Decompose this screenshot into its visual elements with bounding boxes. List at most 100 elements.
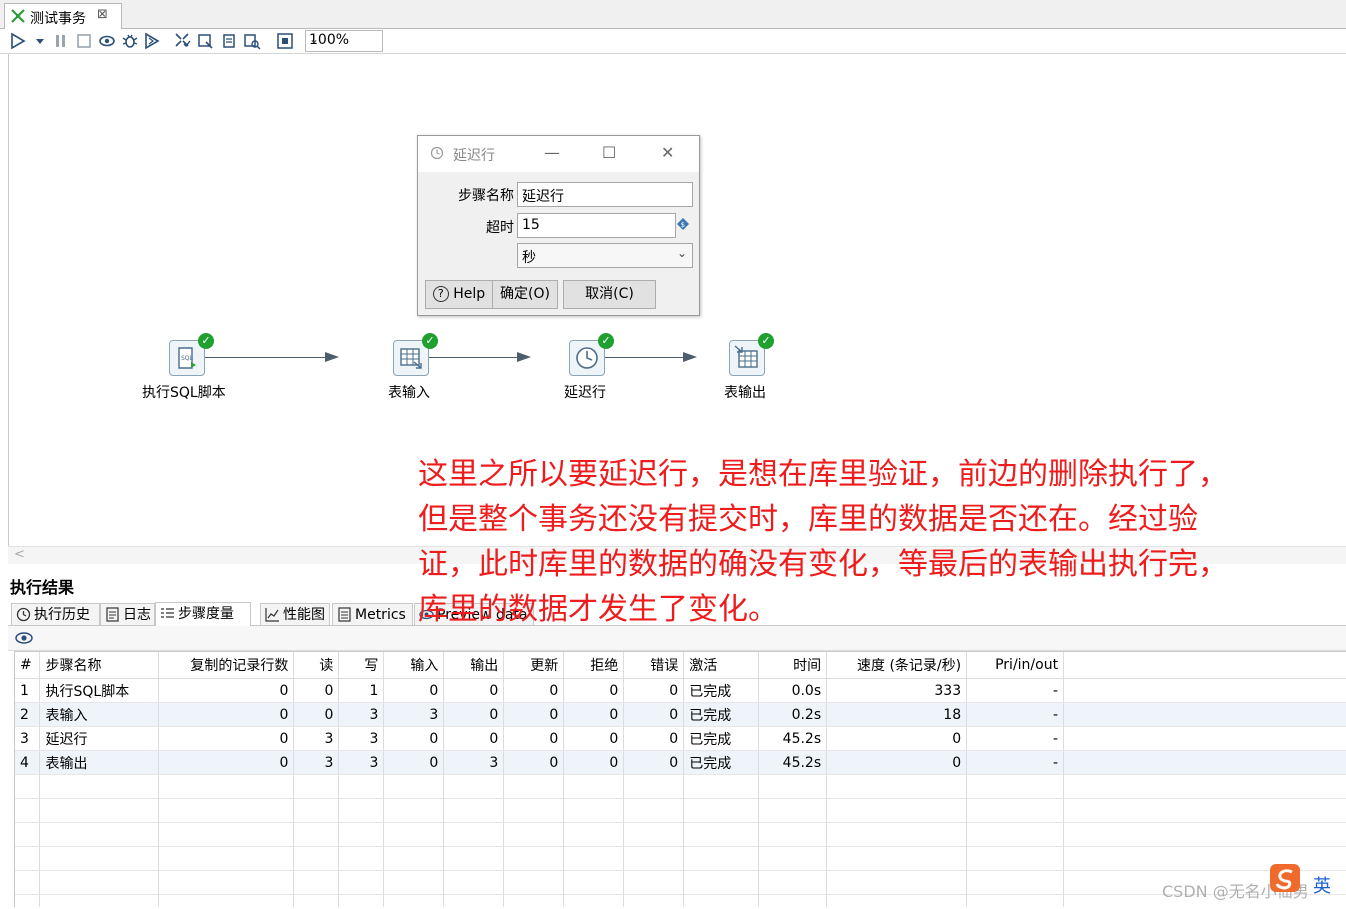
tab-log[interactable]: 日志 — [100, 603, 155, 625]
explore-db-button[interactable] — [243, 32, 261, 50]
column-header[interactable]: 写 — [338, 652, 385, 679]
table-cell: 0 — [443, 678, 505, 703]
tab-step-metrics[interactable]: 步骤度量 — [155, 602, 251, 626]
step-label: 执行SQL脚本 — [142, 385, 226, 401]
results-title: 执行结果 — [10, 578, 75, 597]
table-cell: 0.2s — [758, 702, 828, 727]
column-header[interactable]: Pri/in/out — [966, 652, 1065, 679]
impact-button[interactable] — [197, 32, 215, 50]
column-header[interactable]: 更新 — [503, 652, 565, 679]
maximize-icon[interactable]: ☐ — [602, 143, 616, 162]
table-cell-empty — [383, 774, 445, 799]
time-unit-select[interactable]: 秒 ⌄ — [517, 243, 693, 268]
preview-button[interactable] — [98, 32, 116, 50]
column-header[interactable]: 步骤名称 — [39, 652, 160, 679]
close-icon[interactable]: ✕ — [661, 143, 674, 162]
tab-metrics[interactable]: Metrics — [332, 603, 413, 625]
tab-performance-chart[interactable]: 性能图 — [260, 603, 330, 625]
table-cell-empty — [338, 846, 385, 871]
table-cell-empty — [443, 894, 505, 907]
chevron-left-icon[interactable]: < — [14, 547, 25, 562]
table-cell-empty — [563, 822, 625, 847]
clock-icon — [430, 146, 444, 160]
column-header[interactable]: 时间 — [758, 652, 828, 679]
table-cell-empty — [443, 798, 505, 823]
table-cell-empty — [826, 774, 968, 799]
hop-line[interactable] — [203, 357, 329, 358]
close-icon[interactable]: ⊠ — [97, 7, 108, 22]
table-cell-empty — [966, 798, 1065, 823]
column-header[interactable]: 输出 — [443, 652, 505, 679]
step-name-input[interactable]: 延迟行 — [517, 182, 693, 207]
table-cell: 0 — [826, 726, 968, 751]
column-header[interactable]: 复制的记录行数 — [158, 652, 295, 679]
table-cell: 已完成 — [683, 702, 760, 727]
dialog-titlebar[interactable]: 延迟行 — ☐ ✕ — [418, 136, 699, 172]
verify-button[interactable] — [174, 32, 192, 50]
table-cell-empty — [503, 822, 565, 847]
table-cell-empty — [443, 774, 505, 799]
help-button[interactable]: ? Help — [425, 280, 493, 309]
table-cell: 18 — [826, 702, 968, 727]
column-header[interactable]: 错误 — [623, 652, 685, 679]
stop-icon — [77, 34, 91, 48]
table-cell-filler — [1063, 750, 1346, 775]
chevron-down-icon: ⌄ — [309, 32, 320, 46]
table-cell: 0 — [158, 726, 295, 751]
zoom-select[interactable]: 100% ⌄ — [305, 30, 383, 52]
empty-table-row — [15, 846, 1346, 871]
table-cell-empty — [683, 822, 760, 847]
hop-arrow-icon — [517, 352, 531, 362]
column-header[interactable]: 激活 — [683, 652, 760, 679]
tab-transformation[interactable]: 测试事务 ⊠ — [4, 3, 122, 29]
hop-line[interactable] — [427, 357, 521, 358]
sql-button[interactable] — [220, 32, 238, 50]
metrics-icon — [338, 607, 351, 622]
table-cell: 3 — [293, 726, 340, 751]
table-row[interactable]: 1 执行SQL脚本 0 0 1 0 0 0 0 0 已完成 0.0s 333- — [15, 678, 1346, 703]
run-button[interactable] — [9, 32, 27, 50]
variable-icon[interactable]: $ — [677, 218, 689, 230]
ok-button[interactable]: 确定(O) — [492, 280, 558, 309]
table-cell-empty — [158, 846, 295, 871]
run-options-dropdown[interactable] — [31, 32, 44, 50]
hop-line[interactable] — [603, 357, 685, 358]
table-row[interactable]: 3 延迟行 0 3 3 0 0 0 0 0 已完成 45.2s 0- — [15, 726, 1346, 751]
column-header[interactable]: 拒绝 — [563, 652, 625, 679]
empty-table-row — [15, 870, 1346, 895]
tab-execution-history[interactable]: 执行历史 — [11, 603, 100, 625]
grid-icon — [277, 33, 293, 49]
column-header[interactable]: # — [15, 652, 41, 679]
table-cell-empty — [293, 894, 340, 907]
minimize-icon[interactable]: — — [544, 143, 560, 162]
table-cell-empty — [443, 822, 505, 847]
svg-text:SQL: SQL — [181, 355, 194, 362]
column-header[interactable]: 读 — [293, 652, 340, 679]
table-cell-empty — [158, 894, 295, 907]
grid-toggle-button[interactable] — [276, 32, 294, 50]
replay-button[interactable] — [143, 32, 161, 50]
table-cell-empty — [503, 894, 565, 907]
table-cell-empty — [826, 894, 968, 907]
column-header[interactable]: 输入 — [383, 652, 445, 679]
cancel-button[interactable]: 取消(C) — [563, 280, 656, 309]
log-icon — [106, 607, 119, 622]
table-row[interactable]: 2 表输入 0 0 3 3 0 0 0 0 已完成 0.2s 18- — [15, 702, 1346, 727]
table-cell-empty — [758, 822, 828, 847]
table-cell-empty — [338, 774, 385, 799]
eye-icon[interactable] — [15, 630, 33, 646]
ime-indicator[interactable]: 英 — [1313, 872, 1331, 898]
table-cell-empty — [503, 798, 565, 823]
timeout-input[interactable]: 15 — [517, 213, 676, 238]
table-cell-empty — [39, 894, 160, 907]
table-cell: 0 — [443, 726, 505, 751]
table-cell-empty — [338, 894, 385, 907]
debug-button[interactable] — [121, 32, 139, 50]
table-cell: 0 — [563, 750, 625, 775]
pause-button[interactable] — [52, 32, 70, 50]
table-row[interactable]: 4 表输出 0 3 3 0 3 0 0 0 已完成 45.2s 0- — [15, 750, 1346, 775]
column-header[interactable]: 速度 (条记录/秒) — [826, 652, 968, 679]
table-cell-empty — [826, 798, 968, 823]
eye-icon — [99, 35, 115, 47]
stop-button[interactable] — [75, 32, 93, 50]
